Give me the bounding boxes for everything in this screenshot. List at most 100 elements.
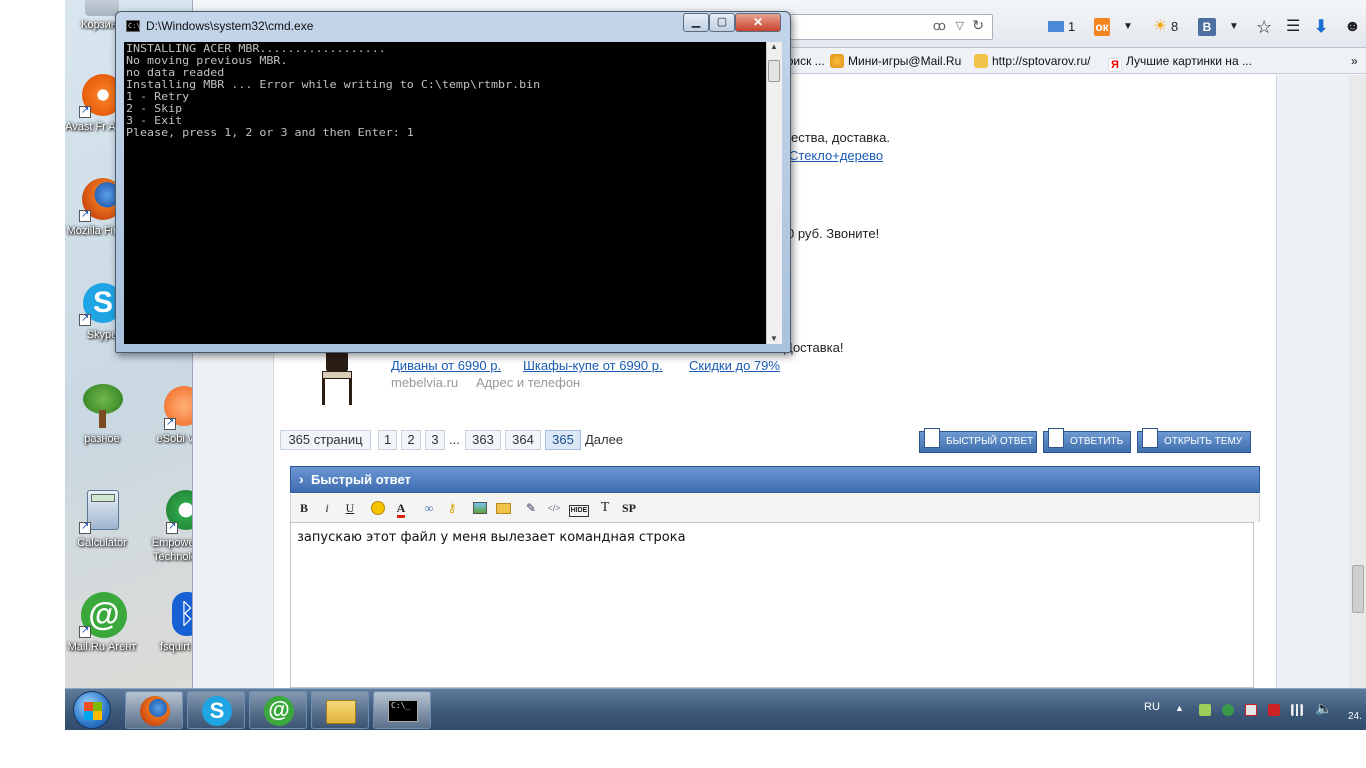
bookmark-sptovarov[interactable]: http://sptovarov.ru/ [974,52,1091,70]
bookmarks-list-button[interactable]: ☰ [1286,16,1300,38]
reader-icon[interactable]: ꝏ [933,18,946,34]
cmd-icon: C:\ [126,20,141,32]
taskbar-skype[interactable]: S [187,691,245,729]
folder-icon [974,54,988,68]
pencil-icon: ✎ [525,501,537,515]
page-scrollbar-thumb[interactable] [1352,565,1364,613]
scroll-down-icon[interactable]: ▼ [770,334,778,343]
link-button[interactable]: ∞ [420,499,438,517]
code-button[interactable]: </> [545,499,563,517]
dropdown-arrow-icon[interactable]: ▽ [956,19,964,32]
download-arrow-icon: ⬇ [1314,17,1329,36]
weather-button[interactable]: ☀ 8 [1153,16,1178,38]
new-topic-button[interactable]: ОТКРЫТЬ ТЕМУ [1137,428,1251,453]
pagination-page-363[interactable]: 363 [465,430,501,450]
bookmark-label: http://sptovarov.ru/ [992,54,1091,68]
desktop-icon-mailru-agent[interactable]: @ Mail.Ru Агент [65,592,139,654]
hide-button[interactable]: HIDE [567,499,591,517]
star-icon: ☆ [1256,17,1273,37]
tray-expand-icon[interactable]: ▲ [1175,703,1184,713]
mailru-agent-icon: @ [79,592,127,638]
quick-reply-header[interactable]: Быстрый ответ [290,466,1260,493]
edit-button[interactable]: ✎ [522,499,540,517]
chevron-down-icon: ▼ [1229,21,1239,32]
bookmark-mini-games[interactable]: Мини-игры@Mail.Ru [830,52,961,70]
cmd-icon: C:\_ [388,700,418,722]
editor-toolbar: B i U A ∞ ⚷ ✎ </> HIDE T SP [290,494,1260,522]
ad-link-discounts[interactable]: Скидки до 79% [689,358,780,373]
taskbar-firefox[interactable] [125,691,183,729]
ad-link-wardrobes[interactable]: Шкафы-купе от 6990 р. [523,358,663,373]
taskbar-explorer[interactable] [311,691,369,729]
console-output[interactable]: INSTALLING ACER MBR.................. No … [124,42,766,344]
yandex-icon: Я [1108,58,1122,72]
scroll-up-icon[interactable]: ▲ [770,42,778,51]
pagination-next[interactable]: Далее [585,432,623,447]
pagination-page-1[interactable]: 1 [378,430,397,450]
smiley-button[interactable] [369,499,387,517]
pagination-page-2[interactable]: 2 [401,430,421,450]
tray-app-icon[interactable] [1199,704,1211,716]
quick-reply-textarea[interactable]: запускаю этот файл у меня вылезает коман… [290,522,1254,688]
text-button[interactable]: T [596,499,614,517]
desktop-icon-calculator[interactable]: Calculator [65,488,139,550]
taskbar-mailru-agent[interactable]: @ [249,691,307,729]
underline-button[interactable]: U [341,499,359,517]
vk-button[interactable]: В [1198,18,1216,36]
pagination-ellipsis: ... [449,432,460,447]
chat-button[interactable]: ☻ [1344,16,1361,38]
bookmark-yandex-images[interactable]: Я Лучшие картинки на ... [1108,52,1252,72]
ad-domain[interactable]: mebelvia.ru [391,375,458,390]
start-button[interactable] [73,691,111,729]
desktop-icon-raznoe[interactable]: разное [65,384,139,446]
console-scrollbar[interactable]: ▲ ▼ [766,42,782,344]
desktop-icon-label: eSobi v [156,433,194,445]
maximize-button[interactable]: ▢ [709,13,735,32]
bookmarks-overflow-button[interactable]: » [1351,52,1358,70]
downloads-button[interactable]: ⬇ [1314,16,1328,38]
envelope-icon [1048,21,1064,32]
odnoklassniki-button[interactable]: ок [1094,18,1110,36]
skype-icon: S [202,696,232,726]
network-signal-icon[interactable] [1291,704,1303,716]
italic-button[interactable]: i [318,499,336,517]
mailru-agent-icon: @ [264,696,294,726]
close-button[interactable]: ✕ [735,13,781,32]
ad-contacts[interactable]: Адрес и телефон [476,375,580,390]
pagination-page-3[interactable]: 3 [425,430,445,450]
volume-icon[interactable]: 🔈 [1315,700,1332,717]
odnoklassniki-dropdown[interactable]: ▼ [1123,16,1133,38]
pagination-current-page[interactable]: 365 [545,430,581,450]
mail-button[interactable]: 1 [1048,16,1075,38]
tray-blocked-icon[interactable] [1245,704,1257,716]
taskbar-cmd[interactable]: C:\_ [373,691,431,729]
reply-button[interactable]: ОТВЕТИТЬ [1043,428,1131,453]
new-topic-label: ОТКРЫТЬ ТЕМУ [1164,436,1243,447]
folder-button[interactable] [494,499,512,517]
clock[interactable]: 24. [1348,711,1362,722]
console-text: INSTALLING ACER MBR.................. No … [126,43,540,139]
pagination-total[interactable]: 365 страниц [280,430,371,450]
list-icon: ☰ [1286,18,1301,35]
ad-link-sofas[interactable]: Диваны от 6990 р. [391,358,501,373]
font-color-icon: A [396,501,406,518]
image-button[interactable] [471,499,489,517]
chair-image[interactable] [314,349,364,405]
ad-link-glass-wood[interactable]: Стекло+дерево [789,148,883,163]
vk-dropdown[interactable]: ▼ [1229,16,1239,38]
pagination-page-364[interactable]: 364 [505,430,541,450]
tray-red-icon[interactable] [1268,704,1280,716]
console-scrollbar-thumb[interactable] [768,60,780,82]
bookmark-star-button[interactable]: ☆ [1256,16,1272,38]
bold-button[interactable]: B [295,499,313,517]
minimize-button[interactable]: ▁ [683,13,709,32]
tray-eye-icon[interactable] [1222,704,1234,716]
key-button[interactable]: ⚷ [443,499,461,517]
desktop-icon-label: fsquirt [160,641,190,653]
quick-reply-button[interactable]: БЫСТРЫЙ ОТВЕТ [919,428,1037,453]
spoiler-button[interactable]: SP [618,499,640,517]
key-icon: ⚷ [447,501,457,515]
language-indicator[interactable]: RU [1144,701,1160,713]
font-color-button[interactable]: A [392,499,410,518]
reload-icon[interactable]: ↻ [972,17,984,34]
